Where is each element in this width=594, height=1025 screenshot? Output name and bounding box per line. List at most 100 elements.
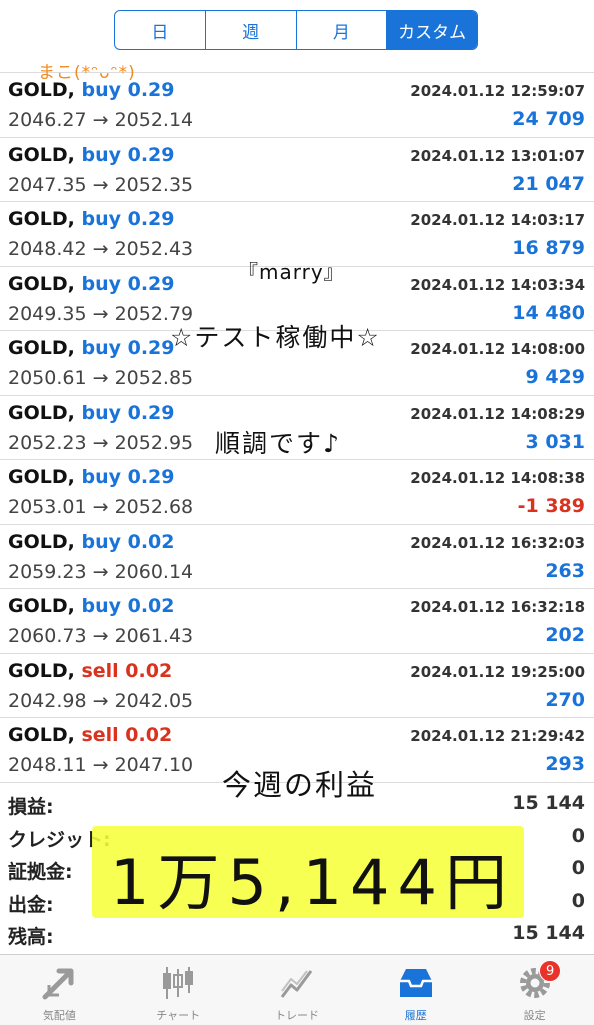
trade-type-lot: sell 0.02 <box>81 659 173 682</box>
summary-value: 0 <box>571 857 585 879</box>
chart-icon <box>163 967 194 999</box>
trade-datetime: 2024.01.12 16:32:18 <box>410 598 585 616</box>
weekly-profit-handwriting: 今週の利益 <box>222 768 378 802</box>
tab-label: 履歴 <box>404 1009 427 1022</box>
trade-datetime: 2024.01.12 13:01:07 <box>410 146 585 165</box>
summary-balance-row: 残高: 15 144 <box>0 918 594 951</box>
summary-value: 0 <box>571 889 585 912</box>
trade-datetime: 2024.01.12 14:03:17 <box>410 211 585 229</box>
trade-prices: 2050.61 → 2052.85 <box>8 367 194 389</box>
summary-label: 証拠金: <box>8 861 73 883</box>
trade-symbol: GOLD, buy 0.29 <box>8 337 174 359</box>
trade-prices: 2046.27 → 2052.14 <box>8 109 194 131</box>
symbol-name: GOLD, <box>8 337 75 359</box>
summary-value: 0 <box>571 824 585 847</box>
summary-label: 損益: <box>8 796 54 818</box>
trade-type-lot: buy 0.02 <box>81 530 175 553</box>
trade-prices: 2060.73 → 2061.43 <box>8 625 194 647</box>
trade-prices: 2048.42 → 2052.43 <box>8 238 194 260</box>
tab-label: チャート <box>156 1009 201 1022</box>
trade-icon <box>280 970 313 998</box>
trade-datetime: 2024.01.12 14:03:34 <box>410 275 585 294</box>
trade-history-list: GOLD, buy 0.29 2024.01.12 12:59:07 2046.27… <box>0 58 594 783</box>
trade-datetime: 2024.01.12 14:08:00 <box>410 340 585 358</box>
trade-profit: 21 047 <box>512 172 585 195</box>
trade-type-lot: sell 0.02 <box>81 724 173 746</box>
bottom-tab-bar: 気配値 チャート トレード 履歴 設定 9 <box>0 954 594 1025</box>
tab-label: 気配値 <box>42 1009 76 1022</box>
tab-history[interactable]: 履歴 <box>356 955 475 1025</box>
going-well-handwriting: 順調です♪ <box>215 429 341 458</box>
symbol-name: GOLD, <box>8 272 75 295</box>
tab-chart[interactable]: チャート <box>119 955 238 1025</box>
symbol-name: GOLD, <box>8 466 75 488</box>
trade-datetime: 2024.01.12 14:08:38 <box>410 469 585 487</box>
trade-type-lot: buy 0.29 <box>81 272 175 295</box>
period-segmented-control: 日 週 月 カスタム <box>114 10 478 50</box>
symbol-name: GOLD, <box>8 530 75 553</box>
trade-datetime: 2024.01.12 16:32:03 <box>410 533 585 552</box>
trade-row[interactable]: GOLD, buy 0.29 2024.01.12 13:01:07 2047.35… <box>0 138 594 202</box>
segment-day[interactable]: 日 <box>115 11 206 49</box>
weekly-profit-amount: 1万5,144円 <box>110 846 515 919</box>
trade-symbol: GOLD, buy 0.29 <box>8 208 174 230</box>
trade-prices: 2053.01 → 2052.68 <box>8 496 194 518</box>
top-bar: 日 週 月 カスタム <box>0 0 594 58</box>
trade-row[interactable]: GOLD, buy 0.29 2024.01.12 14:08:38 2053.01… <box>0 460 594 525</box>
trade-type-lot: buy 0.29 <box>81 466 175 488</box>
trade-profit: 202 <box>545 624 585 646</box>
segment-month[interactable]: 月 <box>297 11 388 49</box>
tab-label: 設定 <box>523 1009 546 1022</box>
tab-trade[interactable]: トレード <box>238 955 357 1025</box>
trade-row[interactable]: GOLD, sell 0.02 2024.01.12 19:25:00 2042.9… <box>0 654 594 718</box>
history-icon <box>399 969 432 997</box>
trade-symbol: GOLD, buy 0.02 <box>8 531 174 553</box>
trade-profit: 24 709 <box>512 108 585 130</box>
quotes-icon <box>42 968 74 1000</box>
trade-profit: 293 <box>545 753 585 775</box>
trade-datetime: 2024.01.12 19:25:00 <box>410 662 585 681</box>
weekly-profit-highlight: 1万5,144円 <box>92 826 524 919</box>
test-running-handwriting: ☆テスト稼働中☆ <box>170 323 381 352</box>
trade-profit: 16 879 <box>512 237 585 259</box>
symbol-name: GOLD, <box>8 143 75 166</box>
trade-datetime: 2024.01.12 14:08:29 <box>410 404 585 423</box>
trade-type-lot: buy 0.29 <box>81 143 175 166</box>
trade-type-lot: buy 0.29 <box>81 401 175 424</box>
symbol-name: GOLD, <box>8 208 75 230</box>
trade-profit: 14 480 <box>512 301 585 324</box>
trade-symbol: GOLD, buy 0.29 <box>8 273 174 295</box>
trade-row[interactable]: GOLD, buy 0.02 2024.01.12 16:32:18 2060.73… <box>0 589 594 654</box>
trade-prices: 2048.11 → 2047.10 <box>8 754 194 776</box>
summary-value: 15 144 <box>512 922 585 944</box>
trade-row[interactable]: GOLD, buy 0.02 2024.01.12 16:32:03 2059.23… <box>0 525 594 589</box>
trade-symbol: GOLD, sell 0.02 <box>8 724 172 746</box>
trade-symbol: GOLD, buy 0.29 <box>8 402 174 424</box>
trade-profit: 270 <box>545 688 585 711</box>
trade-type-lot: buy 0.29 <box>81 208 175 230</box>
symbol-name: GOLD, <box>8 401 75 424</box>
summary-value: 15 144 <box>512 792 585 814</box>
trade-profit: 9 429 <box>525 366 586 388</box>
trade-symbol: GOLD, buy 0.02 <box>8 595 174 617</box>
trade-prices: 2047.35 → 2052.35 <box>8 173 194 196</box>
segment-week[interactable]: 週 <box>206 11 297 49</box>
trade-type-lot: buy 0.02 <box>81 595 175 617</box>
trade-profit: -1 389 <box>517 495 585 517</box>
trade-profit: 263 <box>545 559 585 582</box>
trade-symbol: GOLD, buy 0.29 <box>8 144 174 166</box>
symbol-name: GOLD, <box>8 659 75 682</box>
notification-badge: 9 <box>539 960 562 982</box>
segment-custom[interactable]: カスタム <box>387 11 477 49</box>
summary-label: 残高: <box>8 926 54 948</box>
tab-quotes[interactable]: 気配値 <box>0 955 119 1025</box>
trade-prices: 2049.35 → 2052.79 <box>8 302 194 325</box>
marry-handwriting: 『marry』 <box>238 260 345 284</box>
tab-label: トレード <box>274 1009 319 1022</box>
trade-type-lot: buy 0.29 <box>81 337 175 359</box>
trade-prices: 2052.23 → 2052.95 <box>8 431 194 454</box>
trade-prices: 2059.23 → 2060.14 <box>8 560 194 583</box>
trade-datetime: 2024.01.12 12:59:07 <box>410 82 585 100</box>
trade-symbol: GOLD, buy 0.29 <box>8 466 174 488</box>
tab-settings[interactable]: 設定 9 <box>475 955 594 1025</box>
